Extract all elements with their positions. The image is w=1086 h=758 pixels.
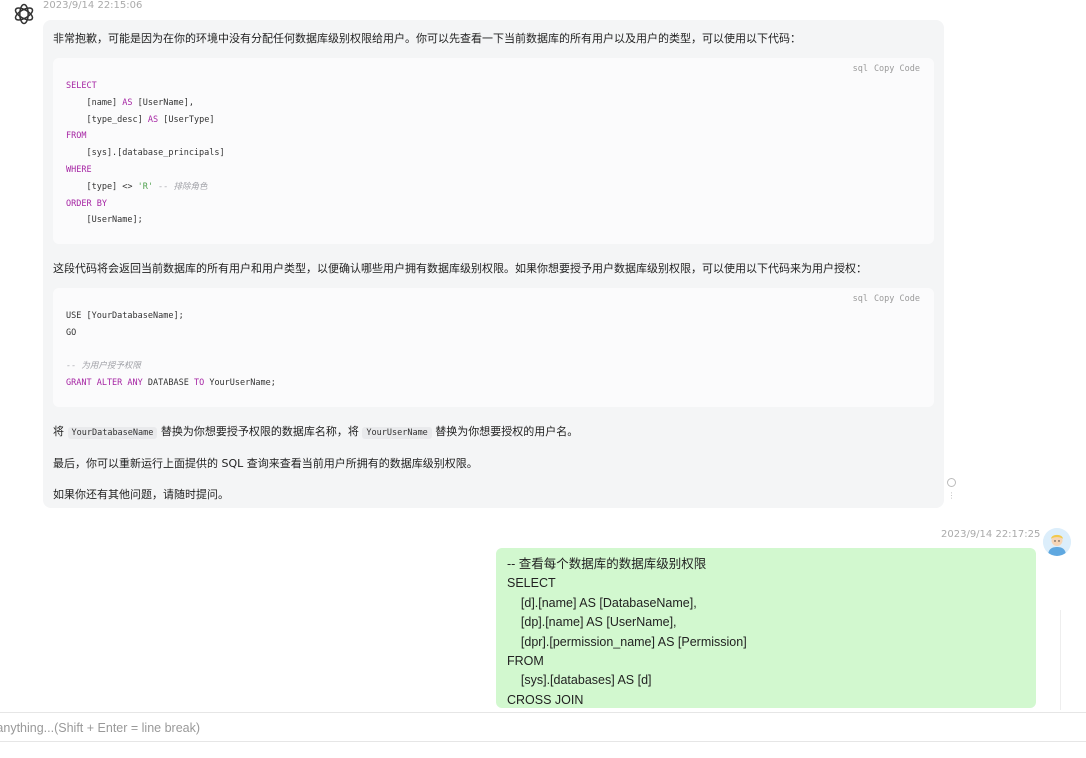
assistant-message: 非常抱歉，可能是因为在你的环境中没有分配任何数据库级别权限给用户。你可以先查看一… <box>43 20 944 508</box>
code-block-sql-2: sql Copy Code USE [YourDatabaseName]; GO … <box>53 288 934 407</box>
replace-prefix: 将 <box>53 425 68 438</box>
code-line: WHERE <box>66 162 225 179</box>
user-code-line: FROM <box>507 654 544 669</box>
code-token: TO <box>193 378 205 389</box>
message-tools: ⋮ <box>947 478 959 500</box>
user-code-line: [dp].[name] AS [UserName], <box>507 615 677 630</box>
code-token: 'R' <box>137 181 154 192</box>
message-input[interactable] <box>0 719 986 737</box>
copy-code-button[interactable]: Copy Code <box>874 64 920 74</box>
user-message: -- 查看每个数据库的数据库级别权限 SELECT [d].[name] AS [… <box>496 548 1036 708</box>
user-avatar-icon <box>1043 528 1071 556</box>
code-line: -- 为用户授予权限 <box>66 358 276 375</box>
code-token: AS <box>147 114 159 125</box>
user-code-line: [sys].[databases] AS [d] <box>507 673 652 688</box>
inline-code-database-name: YourDatabaseName <box>67 427 158 439</box>
code-token: [name] <box>66 97 123 108</box>
code-token: [type] <> <box>66 181 138 192</box>
code-token: AS <box>122 97 133 108</box>
code-line: ORDER BY <box>66 196 225 213</box>
code-token: [UserName]; <box>66 215 143 226</box>
code-language-label: sql <box>852 64 868 74</box>
code-token: GRANT ALTER ANY <box>66 378 143 389</box>
code-token: YourUserName; <box>204 378 276 389</box>
code-line: USE [YourDatabaseName]; <box>66 308 276 325</box>
code-line: [type] <> 'R' -- 排除角色 <box>66 179 225 196</box>
replace-suffix: 替换为你想要授权的用户名。 <box>431 425 579 438</box>
user-code-line: [dpr].[permission_name] AS [Permission] <box>507 634 747 649</box>
code-token: FROM <box>66 131 87 142</box>
code-token: [type_desc] <box>66 114 148 125</box>
code-line: GRANT ALTER ANY DATABASE TO YourUserName… <box>66 375 276 392</box>
copy-code-button[interactable]: Copy Code <box>874 294 920 304</box>
code-token: DATABASE <box>142 378 194 389</box>
user-message-text: -- 查看每个数据库的数据库级别权限 SELECT [d].[name] AS [… <box>507 555 747 708</box>
code-token: WHERE <box>66 164 92 175</box>
user-timestamp: 2023/9/14 22:17:25 <box>941 529 1041 540</box>
message-input-bar <box>0 712 1086 742</box>
user-code-line: -- 查看每个数据库的数据库级别权限 <box>507 557 707 571</box>
code-content: USE [YourDatabaseName]; GO -- 为用户授予权限 GRAN… <box>66 308 276 392</box>
user-code-line: SELECT <box>507 576 556 591</box>
code-line: FROM <box>66 128 225 145</box>
code-token: USE [YourDatabaseName]; <box>66 311 184 321</box>
code-line: GO <box>66 325 276 342</box>
code-token: GO <box>66 327 77 338</box>
scroll-track <box>1060 610 1061 710</box>
code-line: SELECT <box>66 78 225 95</box>
code-line: [name] AS [UserName], <box>66 95 225 112</box>
assistant-intro-text: 非常抱歉，可能是因为在你的环境中没有分配任何数据库级别权限给用户。你可以先查看一… <box>53 32 801 45</box>
assistant-closing-text: 如果你还有其他问题，请随时提问。 <box>53 488 229 501</box>
inline-code-user-name: YourUserName <box>362 427 432 439</box>
code-token: ORDER BY <box>66 198 107 209</box>
chat-area: 2023/9/14 22:15:06 非常抱歉，可能是因为在你的环境中没有分配任… <box>0 0 1086 712</box>
code-block-sql-1: sql Copy Code SELECT [name] AS [UserName… <box>53 58 934 244</box>
code-line: [type_desc] AS [UserType] <box>66 112 225 129</box>
assistant-finally-text: 最后，你可以重新运行上面提供的 SQL 查询来查看当前用户所拥有的数据库级别权限… <box>53 457 478 470</box>
code-token: [UserType] <box>158 114 215 125</box>
code-token: -- 排除角色 <box>158 181 208 192</box>
code-content: SELECT [name] AS [UserName], [type_desc]… <box>66 78 225 229</box>
code-token: [sys].[database_principals] <box>66 148 225 159</box>
openai-logo-icon <box>12 2 36 26</box>
assistant-middle-text: 这段代码将会返回当前数据库的所有用户和用户类型，以便确认哪些用户拥有数据库级别权… <box>53 262 867 275</box>
assistant-replace-text: 将 YourDatabaseName 替换为你想要授予权限的数据库名称，将 Yo… <box>53 423 578 439</box>
user-code-line: CROSS JOIN <box>507 692 584 707</box>
code-line: [UserName]; <box>66 212 225 229</box>
assistant-timestamp: 2023/9/14 22:15:06 <box>43 0 143 11</box>
more-options-icon[interactable]: ⋮ <box>947 492 956 500</box>
code-token: -- 为用户授予权限 <box>66 361 141 372</box>
circle-icon[interactable] <box>947 478 956 487</box>
code-token: [UserName], <box>132 97 194 108</box>
user-code-line: [d].[name] AS [DatabaseName], <box>507 595 697 610</box>
code-language-label: sql <box>852 294 868 304</box>
code-token: SELECT <box>66 81 97 91</box>
code-line: [sys].[database_principals] <box>66 145 225 162</box>
replace-mid: 替换为你想要授予权限的数据库名称，将 <box>157 425 363 438</box>
